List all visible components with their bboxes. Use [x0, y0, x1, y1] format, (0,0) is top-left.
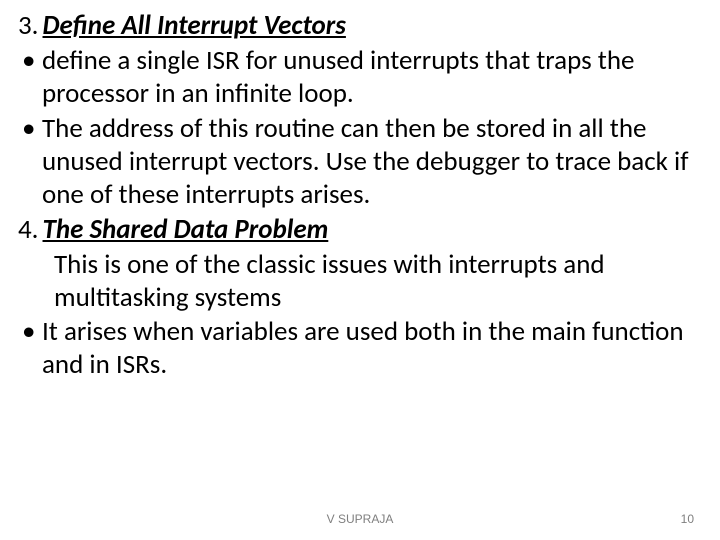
- heading-number: 4.: [18, 213, 39, 246]
- footer-page-number: 10: [681, 512, 694, 526]
- heading-number: 3.: [18, 9, 39, 42]
- bullet-marker: •: [18, 113, 42, 146]
- bullet-item: • The address of this routine can then b…: [18, 113, 692, 212]
- bullet-marker: •: [18, 316, 42, 349]
- heading-title: Define All Interrupt Vectors: [43, 9, 346, 42]
- section-heading-4: 4.The Shared Data Problem: [18, 214, 692, 247]
- heading-title: The Shared Data Problem: [43, 213, 329, 246]
- bullet-text: define a single ISR for unused interrupt…: [42, 45, 692, 111]
- footer-author: V SUPRAJA: [0, 512, 720, 526]
- bullet-text: The address of this routine can then be …: [42, 113, 692, 212]
- slide-content: 3.Define All Interrupt Vectors • define …: [0, 0, 720, 382]
- bullet-text: It arises when variables are used both i…: [42, 316, 692, 382]
- indented-text: This is one of the classic issues with i…: [18, 249, 692, 315]
- bullet-marker: •: [18, 45, 42, 78]
- bullet-item: • It arises when variables are used both…: [18, 316, 692, 382]
- bullet-item: • define a single ISR for unused interru…: [18, 45, 692, 111]
- section-heading-3: 3.Define All Interrupt Vectors: [18, 10, 692, 43]
